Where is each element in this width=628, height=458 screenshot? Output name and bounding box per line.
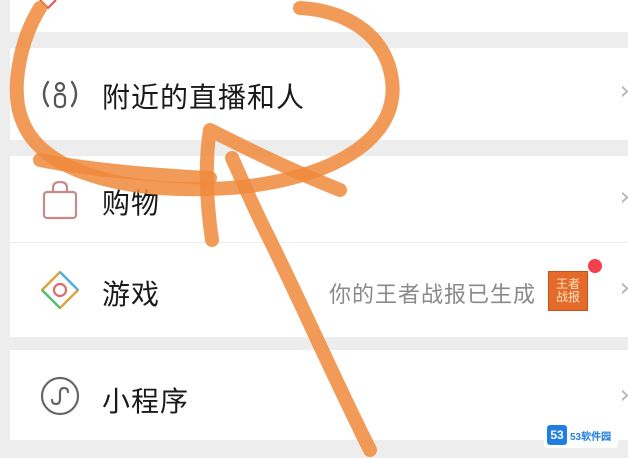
partial-icon xyxy=(39,0,57,10)
menu-item-label: 游戏 xyxy=(102,278,161,311)
chevron-right-icon: › xyxy=(620,380,628,410)
game-icon xyxy=(40,270,80,310)
chevron-right-icon: › xyxy=(620,76,628,106)
game-report-thumbnail[interactable]: 王者 战报 xyxy=(548,271,588,311)
watermark: 53 53软件园 xyxy=(544,422,618,448)
menu-item-nearby-live[interactable]: 附近的直播和人 › xyxy=(10,48,628,140)
thumbnail-text: 王者 战报 xyxy=(555,277,580,304)
watermark-logo-icon: 53 xyxy=(547,425,567,445)
menu-item-label: 购物 xyxy=(102,187,161,220)
nearby-live-icon xyxy=(42,80,78,109)
chevron-right-icon: › xyxy=(620,273,628,303)
menu-row-partial-top[interactable] xyxy=(10,0,628,32)
shopping-bag-icon xyxy=(42,180,78,220)
mini-program-icon xyxy=(40,376,80,416)
menu-item-game[interactable]: 游戏 你的王者战报已生成 王者战报 › xyxy=(10,243,628,337)
notification-badge xyxy=(588,259,602,273)
menu-item-label: 小程序 xyxy=(102,385,190,418)
watermark-text: 53软件园 xyxy=(570,431,612,443)
menu-item-label: 附近的直播和人 xyxy=(102,81,306,114)
game-notification-text: 你的王者战报已生成 xyxy=(328,283,536,308)
menu-item-shopping[interactable]: 购物 › xyxy=(10,156,628,242)
chevron-right-icon: › xyxy=(620,182,628,212)
menu-item-mini-program[interactable]: 小程序 › xyxy=(10,350,628,440)
